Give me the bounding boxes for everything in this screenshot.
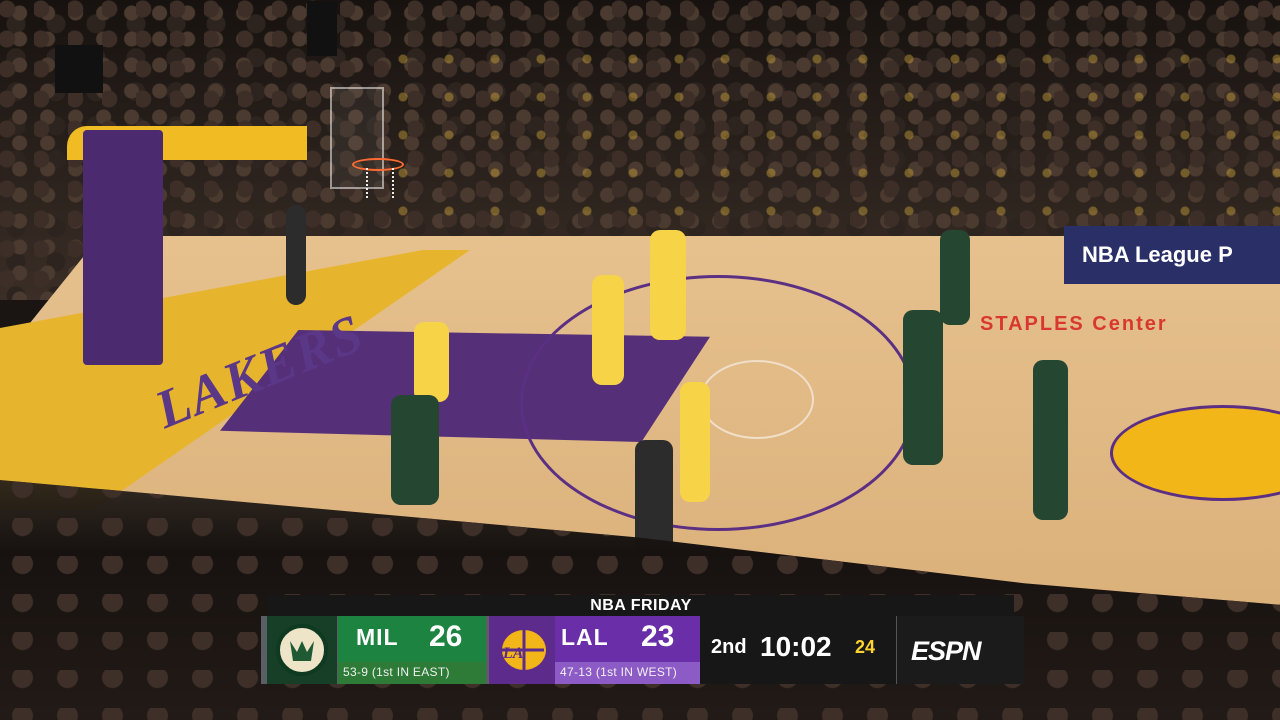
venue-text: STAPLES Center bbox=[980, 313, 1168, 335]
scorebug: NBA FRIDAY MIL 26 53-9 (1st IN EAST) LA … bbox=[261, 595, 1024, 686]
laker-player bbox=[592, 275, 624, 385]
referee bbox=[286, 205, 306, 305]
team-record-lal: 47-13 (1st IN WEST) bbox=[560, 665, 678, 679]
game-clock-panel: 2nd 10:02 24 bbox=[700, 616, 896, 684]
scorebug-main: MIL 26 53-9 (1st IN EAST) LA LAL 23 47-1… bbox=[261, 616, 1024, 684]
bucks-player bbox=[391, 395, 439, 505]
shot-clock-display bbox=[307, 1, 337, 56]
network-panel: ESPN bbox=[896, 616, 1024, 684]
lakers-logo-icon: LA bbox=[489, 616, 555, 684]
free-throw-circle bbox=[700, 360, 814, 439]
shot-clock: 24 bbox=[855, 637, 876, 657]
net bbox=[366, 168, 394, 198]
team-abbr-mil: MIL bbox=[356, 624, 399, 650]
game-clock: 10:02 bbox=[760, 631, 832, 662]
laker-player bbox=[414, 322, 449, 402]
fans-in-yellow bbox=[380, 40, 1280, 240]
basket-stanchion bbox=[83, 130, 163, 365]
bucks-logo-icon bbox=[267, 616, 337, 684]
arena-clock-display bbox=[55, 45, 103, 93]
laker-player bbox=[650, 230, 686, 340]
bucks-player bbox=[903, 310, 943, 465]
bucks-player bbox=[1033, 360, 1068, 520]
team-score-lal: 23 bbox=[641, 620, 675, 653]
team-record-panel-mil: 53-9 (1st IN EAST) bbox=[338, 662, 486, 684]
laker-player bbox=[680, 382, 710, 502]
period: 2nd bbox=[711, 636, 747, 658]
nba-league-pass-ad: NBA League P bbox=[1064, 226, 1280, 284]
team-record-mil: 53-9 (1st IN EAST) bbox=[343, 665, 450, 679]
espn-logo: ESPN bbox=[911, 636, 982, 666]
team-panel-lal: LAL 23 bbox=[555, 616, 700, 662]
bucks-player bbox=[940, 230, 970, 325]
svg-text:LA: LA bbox=[502, 645, 524, 662]
team-abbr-lal: LAL bbox=[561, 624, 609, 650]
team-panel-mil: MIL 26 bbox=[338, 616, 486, 662]
team-record-panel-lal: 47-13 (1st IN WEST) bbox=[555, 662, 700, 684]
show-title: NBA FRIDAY bbox=[268, 595, 1014, 616]
team-score-mil: 26 bbox=[429, 620, 463, 653]
